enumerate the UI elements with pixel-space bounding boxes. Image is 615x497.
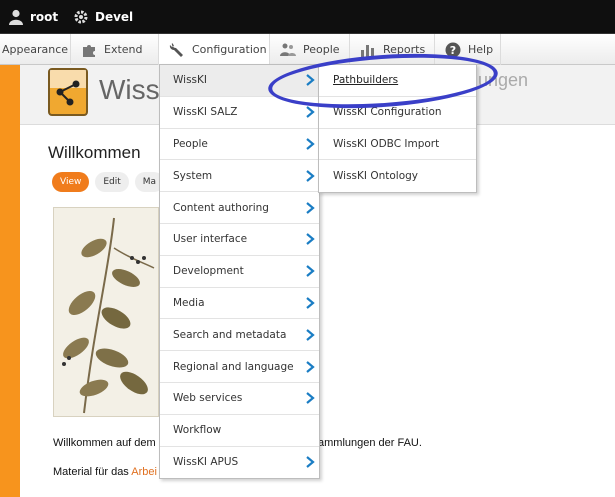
chevron-right-icon [306, 456, 315, 469]
top-toolbar: root Devel [0, 0, 615, 34]
config-item-label: WissKI [173, 74, 207, 87]
submenu-item-wisski-configuration[interactable]: WissKI Configuration [319, 96, 476, 129]
config-item-label: People [173, 137, 208, 150]
chevron-right-icon [306, 392, 315, 405]
config-item-wisski[interactable]: WissKI [160, 65, 319, 97]
tray-people-label: People [303, 43, 340, 56]
config-item-content-authoring[interactable]: Content authoring [160, 192, 319, 224]
config-item-label: Media [173, 296, 205, 309]
tray-reports-label: Reports [383, 43, 426, 56]
configuration-menu: WissKI WissKI SALZ People System Content… [159, 64, 320, 480]
wrench-icon [169, 42, 185, 58]
config-item-label: Search and metadata [173, 328, 287, 341]
tray-extend-label: Extend [104, 43, 143, 56]
config-item-label: Development [173, 265, 244, 278]
site-slogan: ungen [478, 70, 529, 90]
config-item-workflow[interactable]: Workflow [160, 414, 319, 447]
config-item-people[interactable]: People [160, 128, 319, 161]
tray-extend[interactable]: Extend [71, 34, 159, 65]
config-item-user-interface[interactable]: User interface [160, 223, 319, 256]
local-tasks: View Edit Ma [52, 172, 165, 192]
tray-people[interactable]: People [270, 34, 350, 65]
admin-tray: Appearance Extend Configuration People R… [0, 34, 615, 65]
user-label: root [30, 10, 59, 24]
chevron-right-icon [306, 106, 315, 119]
bar-chart-icon [360, 42, 376, 58]
gear-icon [73, 9, 89, 25]
chevron-right-icon [306, 74, 315, 87]
tray-help-label: Help [468, 43, 494, 56]
submenu-item-label: Pathbuilders [333, 74, 399, 87]
chevron-right-icon [306, 233, 315, 246]
tray-reports[interactable]: Reports [350, 34, 435, 65]
config-item-label: Content authoring [173, 201, 269, 214]
tray-configuration-label: Configuration [192, 43, 267, 56]
chevron-right-icon [306, 297, 315, 309]
user-icon [8, 9, 24, 25]
material-text-left: Material für das [53, 466, 129, 478]
config-item-label: System [173, 169, 213, 182]
intro-text: Willkommen auf dem ammlungen der FAU. [53, 437, 422, 449]
herbarium-specimen-image [53, 207, 159, 417]
config-item-development[interactable]: Development [160, 255, 319, 288]
chevron-right-icon [306, 169, 315, 182]
submenu-item-label: WissKI ODBC Import [333, 137, 440, 150]
config-item-web-services[interactable]: Web services [160, 382, 319, 415]
material-link[interactable]: Arbei [131, 466, 157, 478]
config-item-wisski-apus[interactable]: WissKI APUS [160, 446, 319, 479]
config-item-label: WissKI SALZ [173, 106, 238, 119]
config-item-label: Regional and language [173, 360, 294, 373]
page-title: Willkommen [48, 143, 141, 162]
chevron-right-icon [306, 138, 315, 150]
config-item-regional-and-language[interactable]: Regional and language [160, 351, 319, 383]
tray-configuration[interactable]: Configuration [159, 34, 270, 65]
site-logo[interactable] [48, 68, 88, 116]
config-item-label: User interface [173, 233, 248, 246]
chevron-right-icon [306, 360, 315, 373]
devel-menu[interactable]: Devel [73, 0, 133, 34]
config-item-search-and-metadata[interactable]: Search and metadata [160, 319, 319, 352]
chevron-right-icon [306, 328, 315, 341]
people-icon [280, 42, 296, 58]
submenu-item-label: WissKI Ontology [333, 170, 419, 183]
config-item-media[interactable]: Media [160, 287, 319, 320]
tray-help[interactable]: ? Help [435, 34, 501, 65]
chevron-right-icon [306, 201, 315, 214]
tray-appearance[interactable]: Appearance [0, 34, 71, 65]
submenu-item-pathbuilders[interactable]: Pathbuilders [319, 65, 476, 97]
submenu-item-wisski-odbc-import[interactable]: WissKI ODBC Import [319, 128, 476, 161]
wisski-submenu: Pathbuilders WissKI Configuration WissKI… [318, 64, 477, 194]
site-name[interactable]: Wiss [99, 74, 160, 106]
chevron-right-icon [306, 265, 315, 278]
intro-text-left: Willkommen auf dem [53, 437, 156, 449]
tray-appearance-label: Appearance [2, 43, 69, 56]
orange-sidebar-strip [0, 65, 20, 497]
config-item-label: Web services [173, 392, 243, 405]
submenu-item-wisski-ontology[interactable]: WissKI Ontology [319, 160, 476, 193]
config-item-label: WissKI APUS [173, 456, 239, 469]
config-item-wisski-salz[interactable]: WissKI SALZ [160, 96, 319, 129]
tab-view[interactable]: View [52, 172, 90, 192]
config-item-label: Workflow [173, 424, 222, 437]
tab-edit[interactable]: Edit [95, 172, 129, 192]
svg-text:?: ? [450, 44, 456, 57]
user-menu[interactable]: root [8, 0, 58, 34]
devel-label: Devel [95, 10, 134, 24]
puzzle-icon [81, 42, 97, 58]
intro-text-right: ammlungen der FAU. [318, 437, 422, 449]
submenu-item-label: WissKI Configuration [333, 106, 442, 119]
config-item-system[interactable]: System [160, 160, 319, 193]
help-icon: ? [445, 42, 461, 58]
material-text: Material für das Arbei [53, 466, 157, 478]
